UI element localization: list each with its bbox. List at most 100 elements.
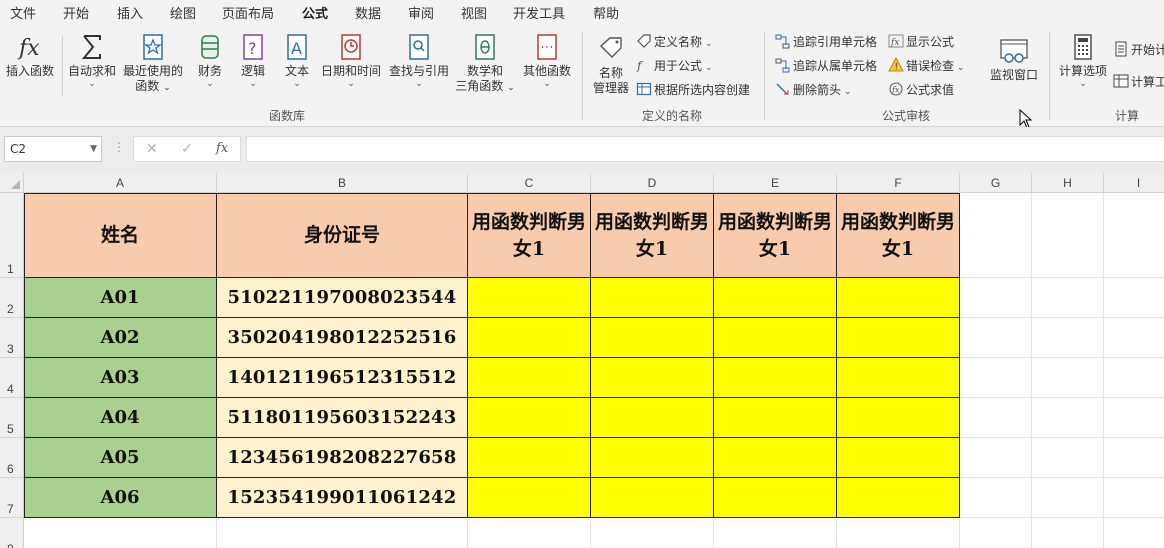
more-functions-button[interactable]: 其他函数 ⌄ [519, 32, 575, 89]
result-cell[interactable] [837, 318, 960, 358]
select-all-button[interactable] [0, 173, 24, 193]
table-cell-name[interactable]: A01 [24, 278, 217, 318]
table-cell-id[interactable]: 140121196512315512 [217, 358, 468, 398]
result-cell[interactable] [468, 278, 591, 318]
calculation-options-button[interactable]: 计算选项 ⌄ [1056, 32, 1110, 89]
table-cell-id[interactable]: 510221197008023544 [217, 278, 468, 318]
row-header-3[interactable]: 3 [0, 318, 24, 358]
tab-home[interactable]: 开始 [63, 3, 89, 22]
result-cell[interactable] [714, 318, 837, 358]
result-cell[interactable] [468, 398, 591, 438]
tab-help[interactable]: 帮助 [593, 3, 619, 22]
result-cell[interactable] [591, 398, 714, 438]
recently-used-button[interactable]: 最近使用的 函数 ⌄ [121, 32, 185, 96]
formula-input[interactable] [246, 136, 1164, 162]
text-button[interactable]: A 文本 ⌄ [278, 32, 316, 89]
result-cell[interactable] [837, 278, 960, 318]
tab-file[interactable]: 文件 [10, 3, 36, 22]
result-cell[interactable] [714, 278, 837, 318]
table-cell-id[interactable]: 350204198012252516 [217, 318, 468, 358]
result-cell[interactable] [591, 278, 714, 318]
chevron-down-icon[interactable]: ▼ [90, 137, 97, 161]
row-header-6[interactable]: 6 [0, 438, 24, 478]
column-header-g[interactable]: G [960, 173, 1032, 193]
header-cell-judge-c[interactable]: 用函数判断男女1 [468, 194, 591, 278]
insert-function-icon[interactable]: fx [216, 141, 228, 156]
column-header-h[interactable]: H [1032, 173, 1104, 193]
column-header-c[interactable]: C [468, 173, 591, 193]
trace-dependents-button[interactable]: 追踪从属单元格 [775, 57, 877, 75]
financial-button[interactable]: 财务 ⌄ [190, 32, 230, 89]
column-header-i[interactable]: I [1104, 173, 1164, 193]
column-header-e[interactable]: E [714, 173, 837, 193]
table-cell-name[interactable]: A04 [24, 398, 217, 438]
tab-draw[interactable]: 绘图 [170, 3, 196, 22]
result-cell[interactable] [714, 438, 837, 478]
result-cell[interactable] [714, 398, 837, 438]
result-cell[interactable] [591, 438, 714, 478]
use-in-formula-button[interactable]: ƒ 用于公式 ⌄ [636, 57, 713, 75]
row-header-8[interactable]: 8 [0, 518, 24, 548]
result-cell[interactable] [468, 358, 591, 398]
result-cell[interactable] [714, 478, 837, 518]
column-header-b[interactable]: B [217, 173, 468, 193]
column-header-a[interactable]: A [24, 173, 217, 193]
insert-function-button[interactable]: fx 插入函数 [4, 32, 56, 79]
row-header-2[interactable]: 2 [0, 278, 24, 318]
evaluate-formula-button[interactable]: fx 公式求值 [888, 81, 954, 99]
result-cell[interactable] [591, 318, 714, 358]
table-cell-name[interactable]: A02 [24, 318, 217, 358]
result-cell[interactable] [468, 478, 591, 518]
logical-button[interactable]: ? 逻辑 ⌄ [234, 32, 272, 89]
cancel-icon[interactable]: ✕ [146, 141, 158, 157]
create-from-selection-button[interactable]: 根据所选内容创建 [636, 81, 750, 99]
lookup-reference-button[interactable]: 查找与引用 ⌄ [388, 32, 450, 89]
result-cell[interactable] [591, 358, 714, 398]
name-manager-button[interactable]: 名称 管理器 [590, 34, 632, 96]
watch-window-button[interactable]: 监视窗口 [988, 36, 1040, 83]
table-cell-id[interactable]: 123456198208227658 [217, 438, 468, 478]
result-cell[interactable] [837, 478, 960, 518]
column-header-f[interactable]: F [837, 173, 960, 193]
tab-page-layout[interactable]: 页面布局 [222, 3, 274, 22]
header-cell-judge-f[interactable]: 用函数判断男女1 [837, 194, 960, 278]
calculate-sheet-button[interactable]: 计算工 [1113, 73, 1164, 91]
header-cell-name[interactable]: 姓名 [24, 194, 217, 278]
row-header-5[interactable]: 5 [0, 398, 24, 438]
result-cell[interactable] [837, 438, 960, 478]
tab-view[interactable]: 视图 [461, 3, 487, 22]
tab-developer[interactable]: 开发工具 [513, 3, 565, 22]
row-header-4[interactable]: 4 [0, 358, 24, 398]
result-cell[interactable] [837, 358, 960, 398]
header-cell-judge-d[interactable]: 用函数判断男女1 [591, 194, 714, 278]
table-cell-name[interactable]: A06 [24, 478, 217, 518]
column-header-d[interactable]: D [591, 173, 714, 193]
result-cell[interactable] [714, 358, 837, 398]
drag-handle-icon[interactable]: ⋮ [113, 140, 125, 154]
result-cell[interactable] [468, 438, 591, 478]
enter-icon[interactable]: ✓ [181, 141, 193, 157]
show-formulas-button[interactable]: fx 显示公式 [888, 33, 954, 51]
define-name-button[interactable]: 定义名称 ⌄ [636, 33, 713, 51]
remove-arrows-button[interactable]: 删除箭头 ⌄ [775, 81, 852, 99]
tab-data[interactable]: 数据 [355, 3, 381, 22]
autosum-button[interactable]: 自动求和 ⌄ [66, 32, 118, 89]
table-cell-name[interactable]: A05 [24, 438, 217, 478]
row-header-1[interactable]: 1 [0, 193, 24, 278]
calculate-now-button[interactable]: 开始计 [1113, 41, 1164, 59]
table-cell-id[interactable]: 152354199011061242 [217, 478, 468, 518]
tab-review[interactable]: 审阅 [408, 3, 434, 22]
math-trig-button[interactable]: 数学和 三角函数 ⌄ [455, 32, 515, 96]
result-cell[interactable] [468, 318, 591, 358]
result-cell[interactable] [837, 398, 960, 438]
table-cell-name[interactable]: A03 [24, 358, 217, 398]
row-header-7[interactable]: 7 [0, 478, 24, 518]
header-cell-judge-e[interactable]: 用函数判断男女1 [714, 194, 837, 278]
date-time-button[interactable]: 日期和时间 ⌄ [320, 32, 382, 89]
header-cell-id[interactable]: 身份证号 [217, 194, 468, 278]
result-cell[interactable] [591, 478, 714, 518]
name-box[interactable]: C2 ▼ [4, 136, 102, 162]
table-cell-id[interactable]: 511801195603152243 [217, 398, 468, 438]
trace-precedents-button[interactable]: 追踪引用单元格 [775, 33, 877, 51]
tab-insert[interactable]: 插入 [117, 3, 143, 22]
